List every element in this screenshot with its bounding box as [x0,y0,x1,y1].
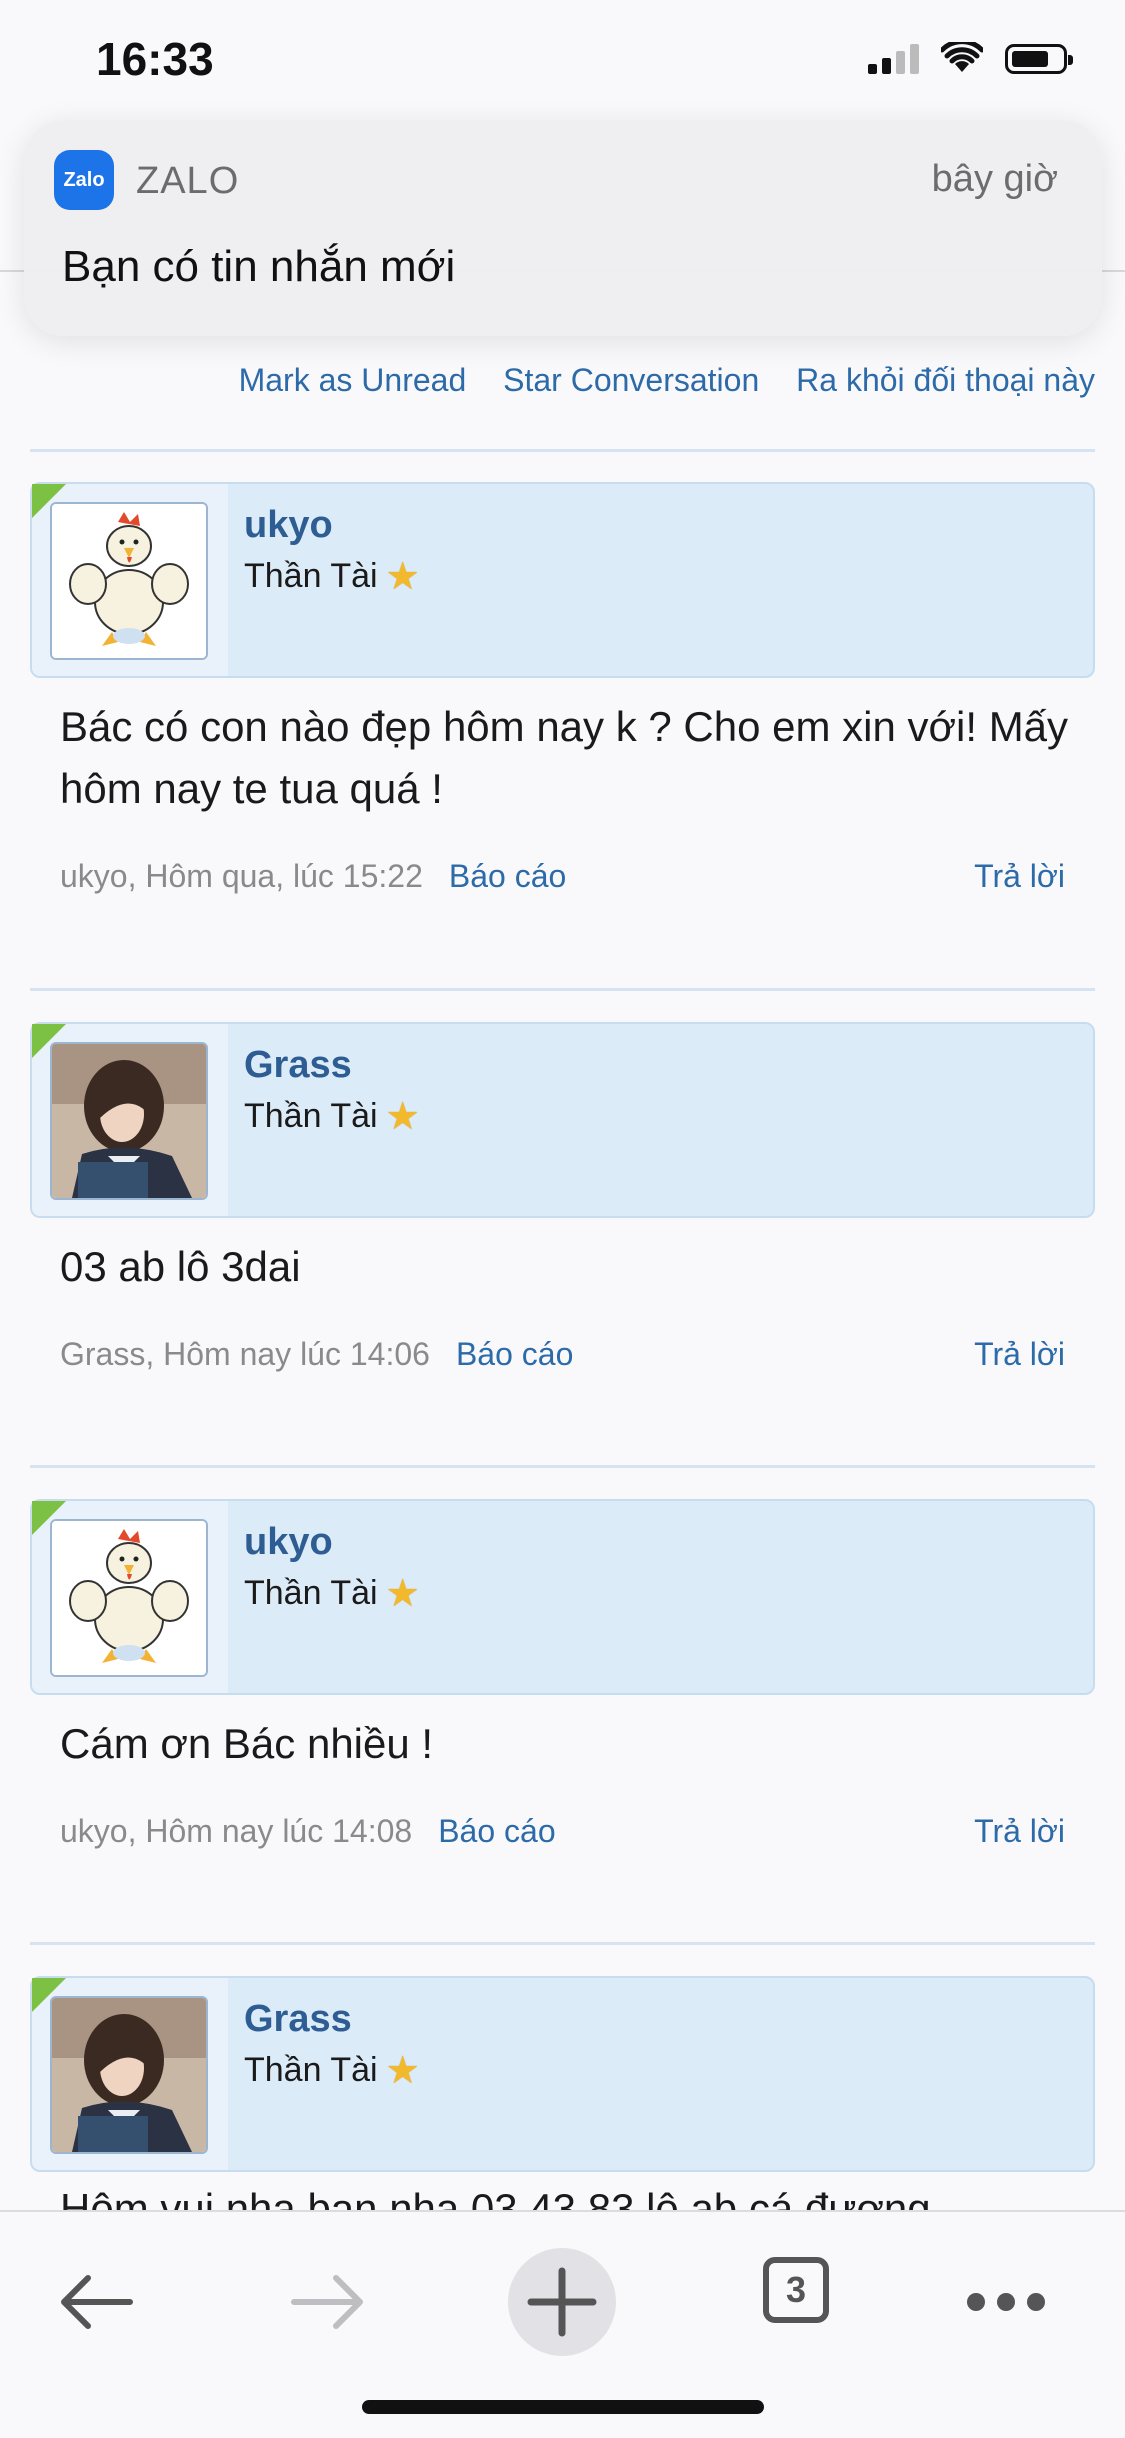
post-header: ukyo Thần Tài ★ [30,1499,1095,1695]
reply-link[interactable]: Trả lời [974,1336,1065,1373]
star-conversation-link[interactable]: Star Conversation [503,362,759,398]
post-header: Grass Thần Tài ★ [30,1022,1095,1218]
post-author[interactable]: Grass [244,1998,352,2041]
more-button[interactable] [960,2252,1052,2352]
online-indicator [32,1024,66,1058]
post-divider [30,1942,1095,1945]
post-meta: ukyo, Hôm qua, lúc 15:22 Báo cáo Trả lời [30,858,1095,908]
notification-banner[interactable]: Zalo ZALO bây giờ Bạn có tin nhắn mới [24,120,1102,336]
avatar-container [32,1024,228,1216]
post-body: 03 ab lô 3dai [60,1243,301,1290]
rooster-avatar[interactable] [50,502,208,660]
rank-label: Thần Tài [244,1574,378,1612]
battery-icon [1005,44,1073,74]
post-body: Cám ơn Bác nhiều ! [60,1720,434,1767]
back-arrow-icon [61,2275,133,2329]
report-link[interactable]: Báo cáo [456,1336,573,1372]
rank-label: Thần Tài [244,2051,378,2089]
post-timestamp: Grass, Hôm nay lúc 14:06 [60,1336,430,1372]
post-meta: Grass, Hôm nay lúc 14:06 Báo cáo Trả lời [30,1336,1095,1386]
zalo-app-icon: Zalo [54,150,114,210]
post-divider [30,449,1095,452]
report-link[interactable]: Báo cáo [449,858,566,894]
report-link[interactable]: Báo cáo [438,1813,555,1849]
more-icon [967,2293,1045,2311]
post: ukyo Thần Tài ★ Bác có con nào đẹp hôm n… [30,482,1095,908]
notification-message: Bạn có tin nhắn mới [62,242,456,291]
post-author[interactable]: ukyo [244,504,333,547]
post-divider [30,988,1095,991]
avatar-container [32,1978,228,2170]
post-header: Grass Thần Tài ★ [30,1976,1095,2172]
post: Grass Thần Tài ★ [30,1976,1095,2172]
forward-button[interactable] [282,2252,374,2352]
post: ukyo Thần Tài ★ Cám ơn Bác nhiều ! ukyo,… [30,1499,1095,1863]
notification-time: bây giờ [931,158,1058,200]
back-button[interactable] [50,2252,142,2352]
notification-app-name: ZALO [136,160,240,202]
rank-label: Thần Tài [244,1097,378,1135]
cellular-signal-icon [868,44,919,74]
post-meta-left: ukyo, Hôm qua, lúc 15:22 Báo cáo [60,858,566,895]
tabs-button[interactable]: 3 [760,2254,832,2326]
post-header: ukyo Thần Tài ★ [30,482,1095,678]
new-tab-button[interactable] [508,2248,616,2356]
thread-actions: Mark as Unread Star Conversation Ra khỏi… [0,362,1095,399]
post-timestamp: ukyo, Hôm nay lúc 14:08 [60,1813,413,1849]
forward-arrow-icon [291,2275,363,2329]
online-indicator [32,484,66,518]
user-rank: Thần Tài ★ [244,1094,420,1139]
tab-count: 3 [785,2269,807,2310]
post-meta-left: ukyo, Hôm nay lúc 14:08 Báo cáo [60,1813,556,1850]
online-indicator [32,1501,66,1535]
rank-label: Thần Tài [244,557,378,595]
post: Grass Thần Tài ★ 03 ab lô 3dai Grass, Hô… [30,1022,1095,1386]
user-rank: Thần Tài ★ [244,554,420,599]
star-icon: ★ [385,1573,420,1615]
reply-link[interactable]: Trả lời [974,858,1065,895]
star-icon: ★ [385,1096,420,1138]
post-author[interactable]: ukyo [244,1521,333,1564]
new-tab-plus-icon [527,2267,597,2337]
status-bar: 16:33 [0,0,1125,120]
status-time: 16:33 [96,33,214,85]
status-icons [868,42,1073,74]
post-author[interactable]: Grass [244,1044,352,1087]
online-indicator [32,1978,66,2012]
reply-link[interactable]: Trả lời [974,1813,1065,1850]
rooster-avatar[interactable] [50,1519,208,1677]
user-rank: Thần Tài ★ [244,2048,420,2093]
star-icon: ★ [385,556,420,598]
avatar-container [32,1501,228,1693]
woman-avatar[interactable] [50,1042,208,1200]
post-meta-left: Grass, Hôm nay lúc 14:06 Báo cáo [60,1336,573,1373]
post-timestamp: ukyo, Hôm qua, lúc 15:22 [60,858,423,894]
user-rank: Thần Tài ★ [244,1571,420,1616]
wifi-icon [941,42,983,72]
tabs-icon: 3 [763,2257,829,2323]
post-divider [30,1465,1095,1468]
star-icon: ★ [385,2050,420,2092]
mark-unread-link[interactable]: Mark as Unread [239,362,467,398]
woman-avatar[interactable] [50,1996,208,2154]
leave-conversation-link[interactable]: Ra khỏi đối thoại này [796,362,1095,398]
post-body: Bác có con nào đẹp hôm nay k ? Cho em xi… [60,703,1069,812]
post-meta: ukyo, Hôm nay lúc 14:08 Báo cáo Trả lời [30,1813,1095,1863]
avatar-container [32,484,228,676]
home-indicator[interactable] [362,2400,764,2414]
